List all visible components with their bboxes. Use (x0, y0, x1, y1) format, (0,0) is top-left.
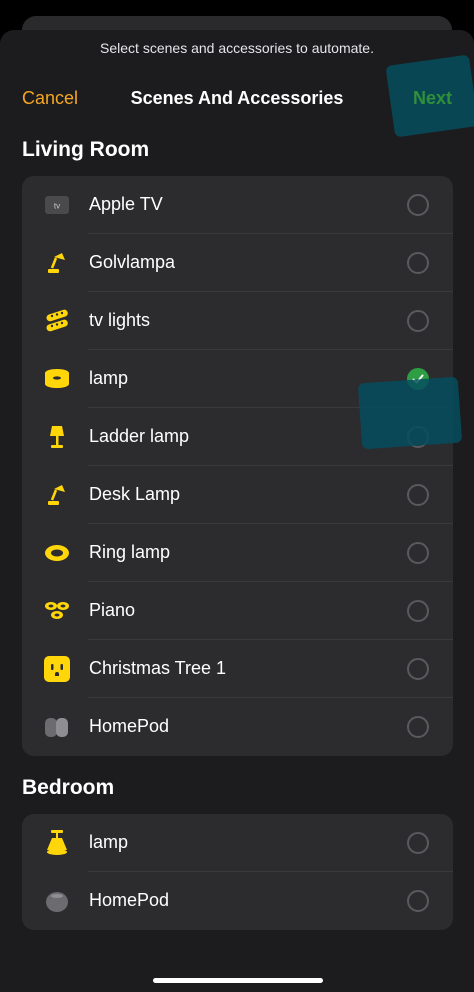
selection-circle[interactable] (407, 658, 429, 680)
bedroom-group: lamp HomePod (22, 814, 453, 930)
accessory-row-piano[interactable]: Piano (22, 582, 453, 640)
accessory-picker-sheet: Select scenes and accessories to automat… (0, 30, 474, 992)
outlet-icon (44, 656, 70, 682)
accessory-label: tv lights (89, 310, 151, 330)
home-indicator[interactable] (153, 978, 323, 983)
selection-circle[interactable] (407, 252, 429, 274)
accessory-label: lamp (89, 832, 129, 852)
accessory-label: HomePod (89, 890, 170, 910)
accessory-label: Christmas Tree 1 (89, 658, 227, 678)
selection-circle[interactable] (407, 484, 429, 506)
pendant-lamp-icon (44, 830, 70, 855)
desk-lamp-icon (44, 251, 70, 275)
accessory-label: Golvlampa (89, 252, 176, 272)
accessory-label: lamp (89, 368, 129, 388)
sheet-subtitle: Select scenes and accessories to automat… (100, 40, 374, 56)
accessory-label: Apple TV (89, 194, 163, 214)
accessory-label: Desk Lamp (89, 484, 181, 504)
accessory-row-apple-tv[interactable]: tv Apple TV (22, 176, 453, 234)
apple-tv-icon: tv (44, 193, 70, 217)
desk-lamp-icon (44, 483, 70, 507)
accessory-row-ring-lamp[interactable]: Ring lamp (22, 524, 453, 582)
lamp-highlight-mark (357, 376, 463, 450)
accessory-label: HomePod (89, 716, 170, 736)
homepod-pair-icon (44, 715, 70, 739)
accessory-row-tv-lights[interactable]: tv lights (22, 292, 453, 350)
selection-circle[interactable] (407, 310, 429, 332)
svg-text:tv: tv (54, 202, 60, 211)
selection-circle[interactable] (407, 716, 429, 738)
next-button[interactable]: Next (413, 88, 452, 109)
selection-circle[interactable] (407, 832, 429, 854)
accessory-row-homepod[interactable]: HomePod (22, 698, 453, 756)
section-title-living-room: Living Room (22, 138, 150, 161)
light-strip-icon (44, 309, 70, 333)
selection-circle[interactable] (407, 194, 429, 216)
spotlights-icon (44, 599, 70, 623)
accessory-row-desk-lamp[interactable]: Desk Lamp (22, 466, 453, 524)
homepod-mini-icon (44, 889, 70, 913)
selection-circle[interactable] (407, 542, 429, 564)
accessory-row-bedroom-lamp[interactable]: lamp (22, 814, 453, 872)
screen: Select scenes and accessories to automat… (0, 0, 474, 992)
ring-light-icon (44, 541, 70, 565)
ceiling-light-icon (44, 367, 70, 391)
living-room-group: tv Apple TV Golvlampa tv lights lamp Lad… (22, 176, 453, 756)
accessory-label: Ring lamp (89, 542, 171, 562)
accessory-row-christmas-tree-1[interactable]: Christmas Tree 1 (22, 640, 453, 698)
floor-lamp-icon (44, 425, 70, 449)
selection-circle[interactable] (407, 600, 429, 622)
accessory-label: Ladder lamp (89, 426, 190, 446)
selection-circle[interactable] (407, 890, 429, 912)
accessory-row-bedroom-homepod[interactable]: HomePod (22, 872, 453, 930)
nav-bar: Cancel Scenes And Accessories Next (0, 88, 474, 112)
accessory-label: Piano (89, 600, 136, 620)
cancel-button[interactable]: Cancel (22, 88, 78, 109)
accessory-row-golvlampa[interactable]: Golvlampa (22, 234, 453, 292)
section-title-bedroom: Bedroom (22, 776, 115, 799)
